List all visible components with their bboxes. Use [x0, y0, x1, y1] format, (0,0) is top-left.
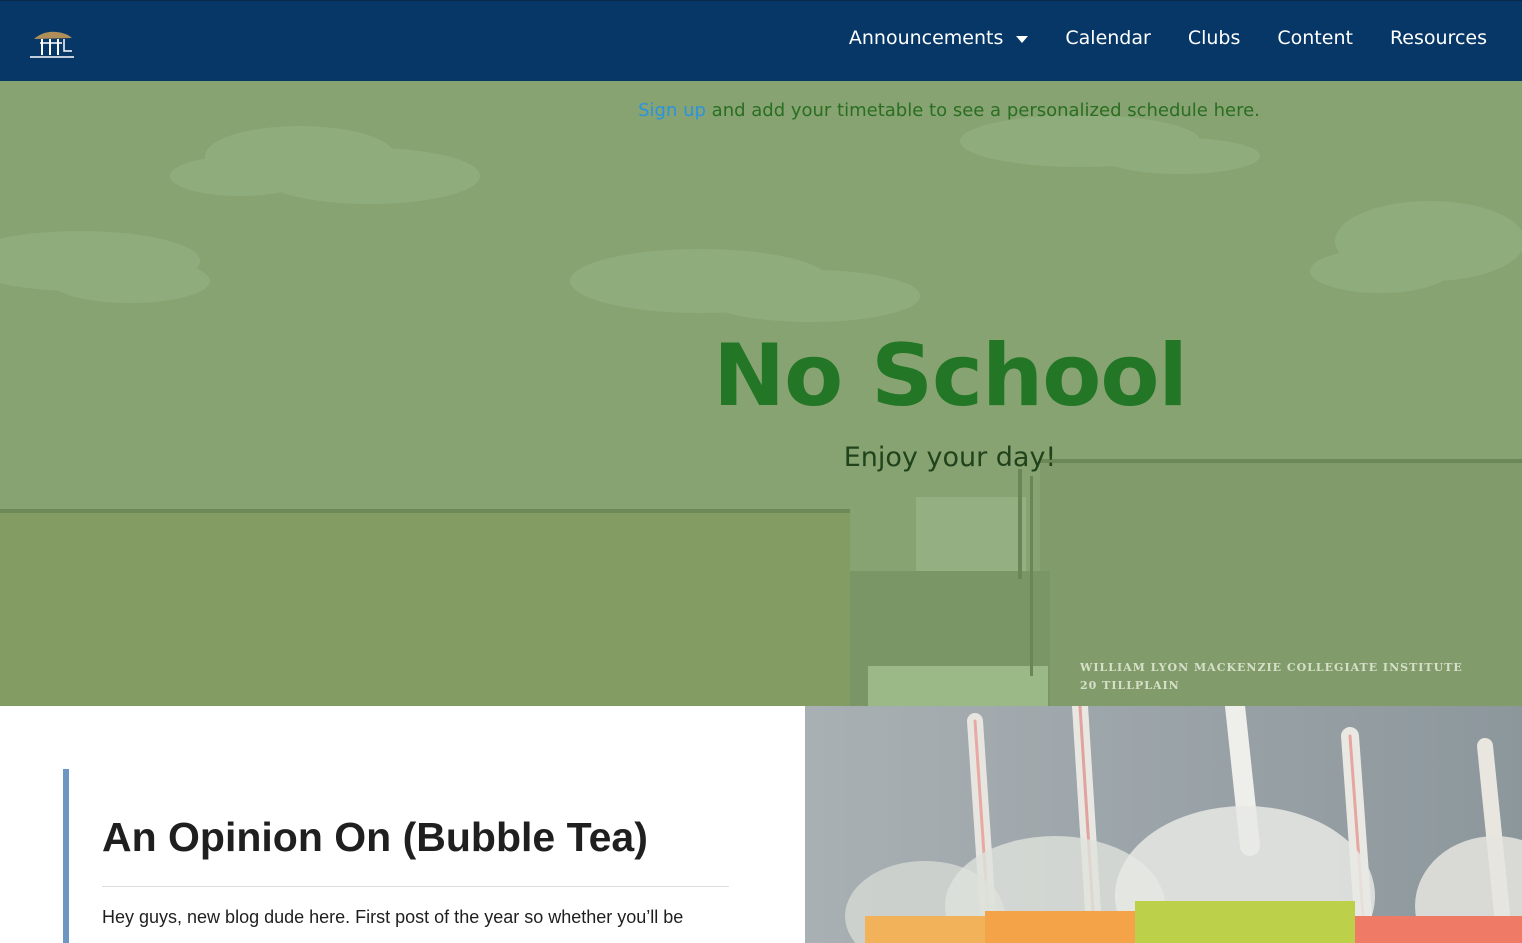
day-status-subtitle: Enjoy your day!: [843, 442, 1057, 473]
article-excerpt: Hey guys, new blog dude here. First post…: [102, 907, 684, 927]
building-sign-line-2: 20 TILLPLAIN: [1080, 679, 1180, 692]
nav-item-calendar[interactable]: Calendar: [1065, 27, 1150, 49]
nav-item-content[interactable]: Content: [1277, 27, 1353, 49]
signup-prompt: Sign up and add your timetable to see a …: [0, 100, 1522, 121]
building-sign-line-1: WILLIAM LYON MACKENZIE COLLEGIATE INSTIT…: [1080, 661, 1463, 674]
nav-item-label: Calendar: [1065, 27, 1151, 49]
caret-down-icon: [1016, 35, 1029, 43]
nav-item-clubs[interactable]: Clubs: [1188, 27, 1241, 49]
nav-item-label: Content: [1277, 27, 1353, 49]
day-status-title: No School: [713, 326, 1188, 426]
main-nav: Announcements Calendar Clubs Content Res…: [812, 27, 1487, 49]
nav-item-label: Resources: [1389, 27, 1487, 49]
school-logo-icon[interactable]: [28, 25, 76, 61]
signup-link[interactable]: Sign up: [638, 100, 706, 121]
article-title[interactable]: An Opinion On (Bubble Tea): [102, 814, 648, 861]
bubble-tea-image[interactable]: [805, 706, 1522, 943]
top-navbar: Announcements Calendar Clubs Content Res…: [0, 0, 1522, 81]
hero-banner: Sign up and add your timetable to see a …: [0, 81, 1522, 706]
article-divider: [102, 886, 729, 887]
featured-article: An Opinion On (Bubble Tea) Hey guys, new…: [0, 706, 805, 943]
article-accent-bar: [63, 769, 69, 943]
signup-prompt-text: and add your timetable to see a personal…: [705, 100, 1260, 121]
nav-item-label: Announcements: [848, 27, 1004, 49]
nav-item-resources[interactable]: Resources: [1390, 27, 1487, 49]
nav-item-label: Clubs: [1187, 27, 1241, 49]
nav-item-announcements[interactable]: Announcements: [849, 27, 1029, 49]
